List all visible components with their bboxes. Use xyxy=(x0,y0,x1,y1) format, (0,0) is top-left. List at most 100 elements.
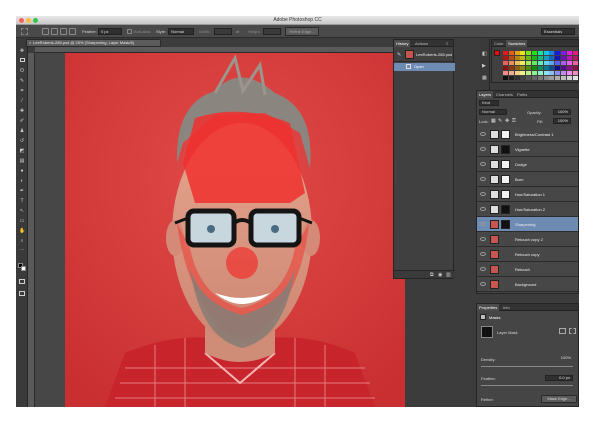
visibility-eye-icon[interactable] xyxy=(480,237,486,241)
layer-row[interactable]: Background xyxy=(477,277,578,292)
swatch-chip[interactable] xyxy=(520,66,526,70)
refine-edge-button[interactable]: Refine Edge... xyxy=(285,27,319,36)
visibility-eye-icon[interactable] xyxy=(480,252,486,256)
new-selection-icon[interactable] xyxy=(42,28,49,35)
hue-icon[interactable] xyxy=(490,190,499,199)
swatch-chip[interactable] xyxy=(537,61,543,65)
feather-slider[interactable] xyxy=(481,385,573,386)
swatch-chip[interactable] xyxy=(543,61,549,65)
layer-row[interactable]: Hue/Saturation 1 xyxy=(477,187,578,202)
curves-icon[interactable] xyxy=(490,175,499,184)
swatch-chip[interactable] xyxy=(508,66,514,70)
vertical-ruler[interactable] xyxy=(28,53,35,407)
screen-mode-icon[interactable] xyxy=(19,291,25,296)
workspace-select[interactable]: Essentials xyxy=(541,28,575,35)
swatch-chip[interactable] xyxy=(514,51,520,55)
layer-row[interactable]: Retouch xyxy=(477,262,578,277)
levels-icon[interactable] xyxy=(490,145,499,154)
swatch-chip[interactable] xyxy=(503,66,508,70)
visibility-eye-icon[interactable] xyxy=(480,282,486,286)
more-tools-icon[interactable]: ⋯ xyxy=(19,247,25,253)
quick-selection-tool-icon[interactable]: ✎ xyxy=(19,78,25,84)
swatch-chip[interactable] xyxy=(572,76,578,80)
rectangle-tool-icon[interactable]: ▭ xyxy=(19,218,25,224)
swatch-chip[interactable] xyxy=(526,71,532,75)
adjustments-icon[interactable]: ▦ xyxy=(482,75,487,81)
crop-tool-icon[interactable]: ⌗ xyxy=(19,88,25,94)
swatch-chip[interactable] xyxy=(520,56,526,60)
swatch-chip[interactable] xyxy=(532,51,537,55)
dodge-tool-icon[interactable]: ◐ xyxy=(19,178,25,184)
density-input[interactable]: 100% xyxy=(551,356,573,362)
swatch-chip[interactable] xyxy=(503,61,508,65)
layer-mask-thumbnail[interactable] xyxy=(501,175,510,184)
layer-row[interactable]: Vignette xyxy=(477,142,578,157)
tab-actions[interactable]: Actions xyxy=(413,40,430,47)
layer-mask-thumbnail[interactable] xyxy=(501,130,510,139)
swatch-chip[interactable] xyxy=(526,61,532,65)
tab-info[interactable]: Info xyxy=(501,304,512,311)
swatch-chip[interactable] xyxy=(549,61,555,65)
color-panel-icon[interactable]: ◧ xyxy=(482,51,487,57)
swatch-chip[interactable] xyxy=(514,61,520,65)
swatch-chip[interactable] xyxy=(537,56,543,60)
swatch-chip[interactable] xyxy=(514,56,520,60)
swatch-chip[interactable] xyxy=(526,76,532,80)
photo-icon[interactable] xyxy=(490,220,499,229)
swatch-chip[interactable] xyxy=(532,76,537,80)
tab-color[interactable]: Color xyxy=(492,40,506,47)
swatch-chip[interactable] xyxy=(503,71,508,75)
swatch-chip[interactable] xyxy=(514,76,520,80)
photo-icon[interactable] xyxy=(490,280,499,289)
swatch-chip[interactable] xyxy=(566,56,572,60)
swatch-chip[interactable] xyxy=(520,71,526,75)
tab-paths[interactable]: Paths xyxy=(515,91,529,98)
layer-mask-thumbnail[interactable] xyxy=(501,160,510,169)
clone-stamp-tool-icon[interactable]: ♟ xyxy=(19,128,25,134)
swatch-chip[interactable] xyxy=(508,71,514,75)
layer-mask-thumbnail[interactable] xyxy=(501,220,510,229)
swatch-chip[interactable] xyxy=(566,51,572,55)
swatch-chip[interactable] xyxy=(503,56,508,60)
zoom-tool-icon[interactable]: ⌕ xyxy=(19,238,25,244)
tab-history[interactable]: History xyxy=(394,40,411,47)
lock-position-icon[interactable]: ✥ xyxy=(505,118,509,124)
swatch-chip[interactable] xyxy=(555,56,561,60)
swatch-chip[interactable] xyxy=(566,61,572,65)
healing-brush-tool-icon[interactable]: ✚ xyxy=(19,108,25,114)
opacity-input[interactable]: 100% xyxy=(553,109,571,115)
swatch-chip[interactable] xyxy=(514,66,520,70)
layer-row[interactable]: Burn xyxy=(477,172,578,187)
document-tab[interactable]: × LeeRoberts-285.psd @ 25% (Sharpening, … xyxy=(26,39,161,47)
layer-row[interactable]: Retouch copy xyxy=(477,247,578,262)
swatch-chip[interactable] xyxy=(566,66,572,70)
tab-swatches[interactable]: Swatches xyxy=(506,40,528,47)
lock-all-icon[interactable]: ⚿ xyxy=(512,118,516,124)
swatch-chip[interactable] xyxy=(508,56,514,60)
swatch-chip[interactable] xyxy=(561,76,566,80)
swatch-chip[interactable] xyxy=(543,71,549,75)
close-document-icon[interactable]: × xyxy=(29,40,31,46)
swatch-chip[interactable] xyxy=(566,76,572,80)
layer-mask-thumbnail[interactable] xyxy=(501,145,510,154)
fill-input[interactable]: 100% xyxy=(553,118,571,124)
style-select[interactable]: Normal xyxy=(168,28,194,35)
swatch-chip[interactable] xyxy=(532,71,537,75)
new-document-from-state-icon[interactable]: ⧉ xyxy=(430,272,434,278)
tab-channels[interactable]: Channels xyxy=(494,91,515,98)
swatch-chip[interactable] xyxy=(549,56,555,60)
anti-alias-checkbox[interactable] xyxy=(127,29,132,34)
feather-input[interactable]: 0.0 px xyxy=(545,375,573,381)
swatch-chip[interactable] xyxy=(572,61,578,65)
swatch-chip[interactable] xyxy=(572,51,578,55)
tab-properties[interactable]: Properties xyxy=(477,304,500,311)
mask-edge-button[interactable]: Mask Edge... xyxy=(541,395,577,403)
visibility-eye-icon[interactable] xyxy=(480,132,486,136)
swatch-chip[interactable] xyxy=(514,71,520,75)
visibility-eye-icon[interactable] xyxy=(480,162,486,166)
swatch-chip[interactable] xyxy=(537,51,543,55)
blend-mode-select[interactable]: Normal xyxy=(479,109,507,115)
swatch-chip[interactable] xyxy=(543,66,549,70)
layer-row[interactable]: Retouch copy 2 xyxy=(477,232,578,247)
swatch-chip[interactable] xyxy=(543,56,549,60)
